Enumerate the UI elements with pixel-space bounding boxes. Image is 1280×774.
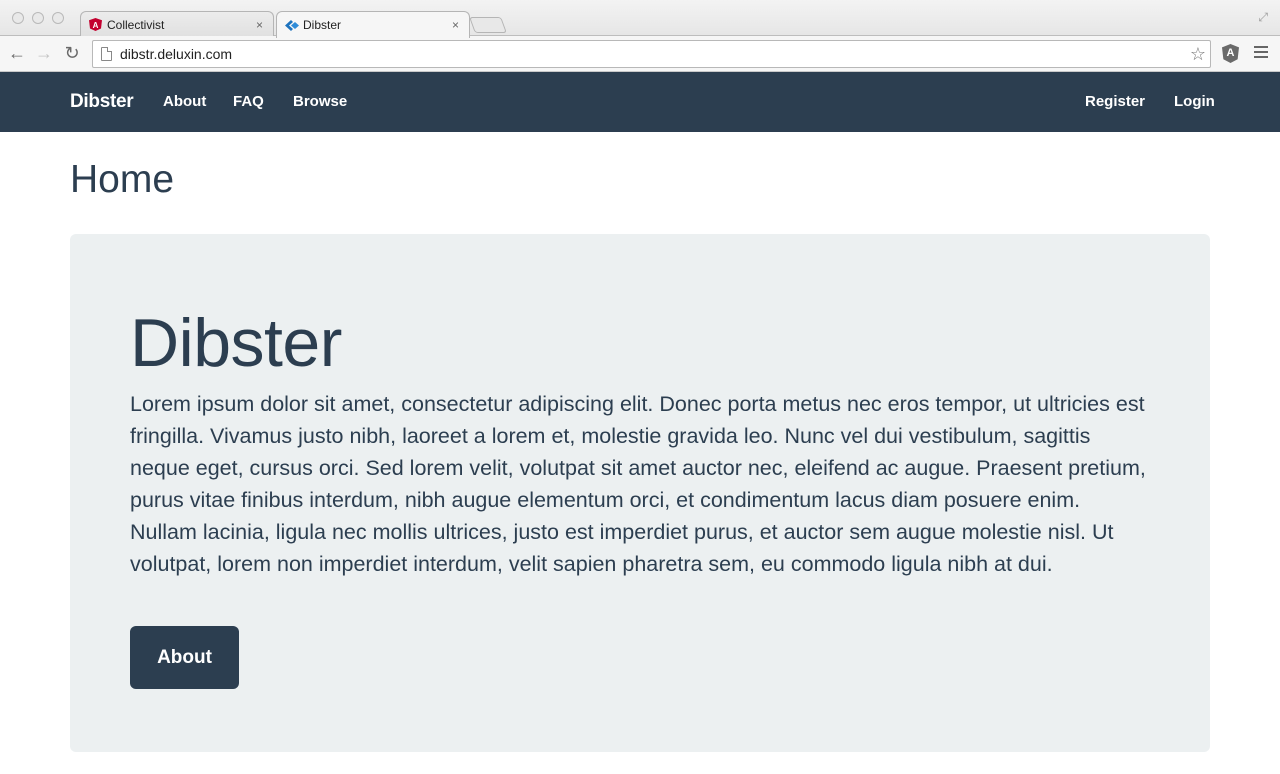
jumbotron: Dibster Lorem ipsum dolor sit amet, cons…	[70, 234, 1210, 752]
navbar-brand[interactable]: Dibster	[70, 72, 134, 132]
tab-title: Collectivist	[107, 17, 165, 32]
extension-shield-icon[interactable]: A	[1222, 44, 1239, 63]
menu-icon[interactable]	[1254, 46, 1268, 61]
svg-text:A: A	[93, 21, 99, 30]
window-zoom-button[interactable]	[52, 12, 64, 24]
reload-icon[interactable]: ↻	[61, 42, 83, 64]
bookmark-star-icon[interactable]: ☆	[1190, 44, 1206, 65]
angular-icon: A	[89, 18, 102, 31]
tab-title: Dibster	[303, 18, 342, 32]
nav-link-about[interactable]: About	[163, 72, 206, 132]
browser-tab-strip: A Collectivist × Dibster × ⤢	[0, 0, 1280, 38]
jumbotron-title: Dibster	[130, 305, 342, 381]
nav-link-login[interactable]: Login	[1174, 72, 1215, 132]
dibster-icon	[285, 19, 299, 32]
jumbotron-text: Lorem ipsum dolor sit amet, consectetur …	[130, 392, 1146, 576]
url-text[interactable]: dibstr.deluxin.com	[120, 46, 1190, 62]
browser-tab-dibster[interactable]: Dibster ×	[276, 11, 470, 38]
window-close-button[interactable]	[12, 12, 24, 24]
forward-arrow-icon[interactable]: →	[33, 42, 55, 64]
browser-toolbar: ← → ↻ dibstr.deluxin.com ☆ A	[0, 36, 1280, 72]
page-icon	[101, 47, 112, 61]
about-button[interactable]: About	[130, 626, 239, 689]
tab-close-icon[interactable]: ×	[256, 18, 263, 32]
nav-link-register[interactable]: Register	[1085, 72, 1145, 132]
nav-link-faq[interactable]: FAQ	[233, 72, 264, 132]
site-navbar: Dibster About FAQ Browse Register Login	[0, 72, 1280, 132]
fullscreen-icon[interactable]: ⤢	[1258, 10, 1268, 25]
new-tab-button[interactable]	[469, 17, 507, 33]
back-arrow-icon[interactable]: ←	[6, 42, 28, 64]
nav-link-browse[interactable]: Browse	[293, 72, 347, 132]
tab-close-icon[interactable]: ×	[452, 18, 459, 32]
address-bar[interactable]: dibstr.deluxin.com ☆	[92, 40, 1211, 68]
page-title: Home	[70, 158, 175, 201]
window-minimize-button[interactable]	[32, 12, 44, 24]
browser-tab-collectivist[interactable]: A Collectivist ×	[80, 11, 274, 37]
